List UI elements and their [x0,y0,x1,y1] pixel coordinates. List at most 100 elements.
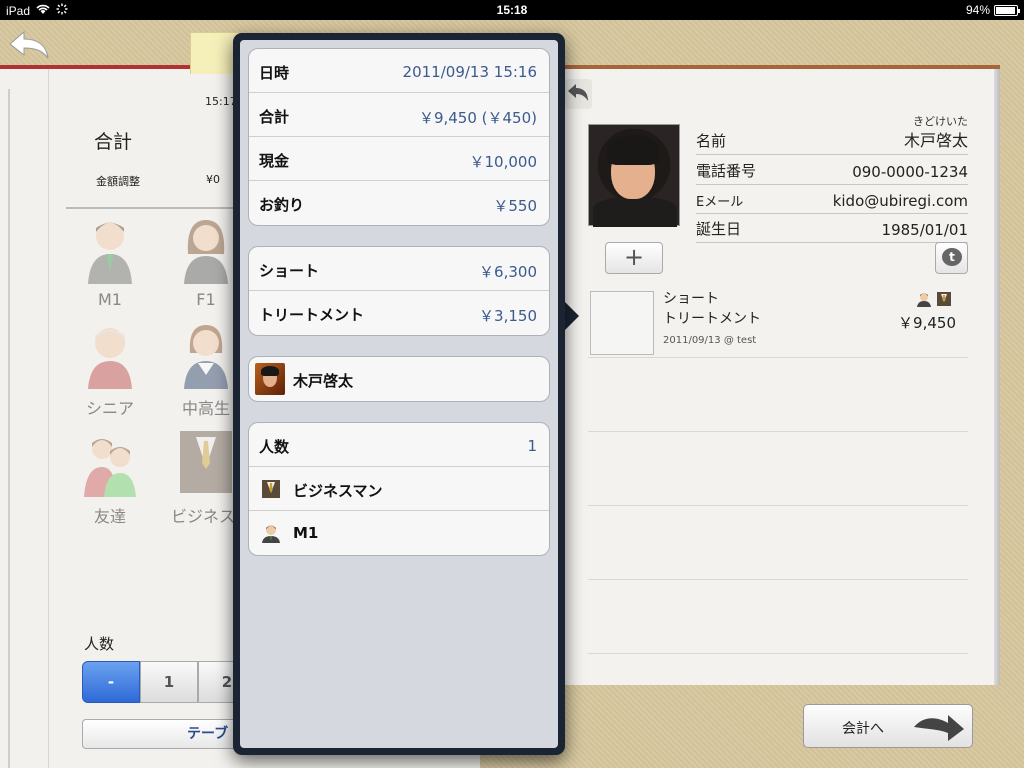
avatar-hair [261,366,279,376]
row-label: 現金 [259,152,290,170]
visit-item: トリートメント [663,311,761,327]
row-value: 1 [527,437,537,455]
list-rule [588,431,968,432]
people-count-label: 人数 [84,635,115,653]
order-time: 15:17 [205,95,237,108]
customer-type-label: シニア [85,399,134,418]
customer-photo[interactable] [588,124,680,227]
birthday-row[interactable]: 誕生日 1985/01/01 [696,213,968,243]
email-value: kido@ubiregi.com [832,192,968,210]
businessman-icon [937,292,951,306]
people-type-row[interactable]: M1 [249,511,549,555]
divider [66,207,246,209]
items-group: ショート ￥6,300 トリートメント ￥3,150 [248,246,550,336]
businessman-icon [180,431,232,493]
page-edge [8,89,10,768]
name-value: 木戸啓太 [903,131,968,150]
row-value: ￥550 [493,197,537,215]
arrow-right-icon [914,715,964,741]
senior-icon [88,328,132,389]
customer-group: 木戸啓太 [248,356,550,402]
back-button[interactable] [6,28,52,64]
customer-type-m1[interactable]: M1 [75,214,145,309]
adjust-label: 金額調整 [96,175,140,188]
row-label: お釣り [259,196,305,214]
visit-item: ショート [663,291,719,307]
page-edge [994,69,1000,685]
birthday-value: 1985/01/01 [881,221,968,239]
battery-icon [994,4,1020,16]
female-adult-icon [184,220,228,284]
customer-type-student[interactable]: 中高生 [171,319,241,419]
page-margin-line [48,69,49,768]
name-row[interactable]: きどけいた 名前 木戸啓太 [696,115,968,155]
people-group: 人数 1 ビジネスマン M1 [248,422,550,556]
customer-type-label: 中高生 [181,399,230,418]
battery-fill [996,6,1015,14]
customer-row[interactable]: 木戸啓太 [249,357,549,401]
popover-body: 日時 2011/09/13 15:16 合計 ￥9,450 (￥450) 現金 … [240,40,558,748]
people-type-label: ビジネスマン [293,482,383,500]
customer-type-businessman[interactable]: ビジネスマ [171,427,251,527]
customer-type-label: ビジネスマ [171,507,251,526]
visit-thumbnail[interactable] [590,291,654,355]
item-name: トリートメント [259,306,365,324]
add-photo-button[interactable]: + [605,242,663,274]
customer-type-senior[interactable]: シニア [75,319,145,419]
people-type-label: M1 [293,524,319,542]
phone-row[interactable]: 電話番号 090-0000-1234 [696,155,968,185]
male-adult-icon [88,222,132,284]
count-segment-1[interactable]: 1 [140,661,198,703]
twitter-icon: t [942,248,962,266]
summary-group: 日時 2011/09/13 15:16 合計 ￥9,450 (￥450) 現金 … [248,48,550,226]
phone-value: 090-0000-1234 [852,163,968,181]
businessman-icon [262,480,280,498]
checkout-label: 会計へ [842,721,884,737]
back-arrow-icon [568,84,588,101]
row-value: ￥10,000 [469,153,538,171]
row-label: 人数 [259,438,290,456]
item-row[interactable]: トリートメント ￥3,150 [249,291,549,335]
summary-row-datetime: 日時 2011/09/13 15:16 [249,49,549,93]
summary-row-change: お釣り ￥550 [249,181,549,225]
checkout-button[interactable]: 会計へ [803,704,973,748]
count-segment-minus[interactable]: - [82,661,140,703]
item-row[interactable]: ショート ￥6,300 [249,247,549,291]
photo-hair [607,135,659,165]
list-rule [588,357,968,358]
email-row[interactable]: Eメール kido@ubiregi.com [696,184,968,214]
row-label: 合計 [259,108,290,126]
summary-row-cash: 現金 ￥10,000 [249,137,549,181]
twitter-button[interactable]: t [935,242,968,274]
visit-meta: 2011/09/13 @ test [663,335,757,346]
customer-type-friends[interactable]: 友達 [75,427,145,527]
name-label: 名前 [696,132,727,150]
total-label: 合計 [94,131,133,153]
customer-page: きどけいた 名前 木戸啓太 電話番号 090-0000-1234 Eメール ki… [560,65,1000,685]
status-right: 94% [965,3,1020,17]
customer-back-button[interactable] [564,79,592,109]
status-time: 15:18 [496,3,528,17]
photo-body [593,197,677,227]
visit-amount: ￥9,450 [898,314,956,332]
list-rule [588,653,968,654]
sale-detail-popover: 日時 2011/09/13 15:16 合計 ￥9,450 (￥450) 現金 … [233,33,565,755]
adjust-value: ¥0 [206,173,220,186]
people-count-row: 人数 1 [249,423,549,467]
item-price: ￥6,300 [479,263,537,281]
customer-avatar [255,363,285,395]
customer-type-f1[interactable]: F1 [171,214,241,309]
popover-pointer [563,300,579,332]
row-label: 日時 [259,64,290,82]
student-icon [184,325,228,389]
people-type-row[interactable]: ビジネスマン [249,467,549,511]
customer-type-label: F1 [196,290,216,309]
customer-type-label: 友達 [93,507,126,526]
item-price: ￥3,150 [479,307,537,325]
visit-items[interactable]: ショート トリートメント [663,289,761,329]
phone-label: 電話番号 [696,162,757,180]
battery-percent: 94% [965,3,990,17]
customer-type-label: M1 [98,290,122,309]
table-button[interactable]: テーブ [82,719,252,749]
birthday-label: 誕生日 [696,220,742,238]
